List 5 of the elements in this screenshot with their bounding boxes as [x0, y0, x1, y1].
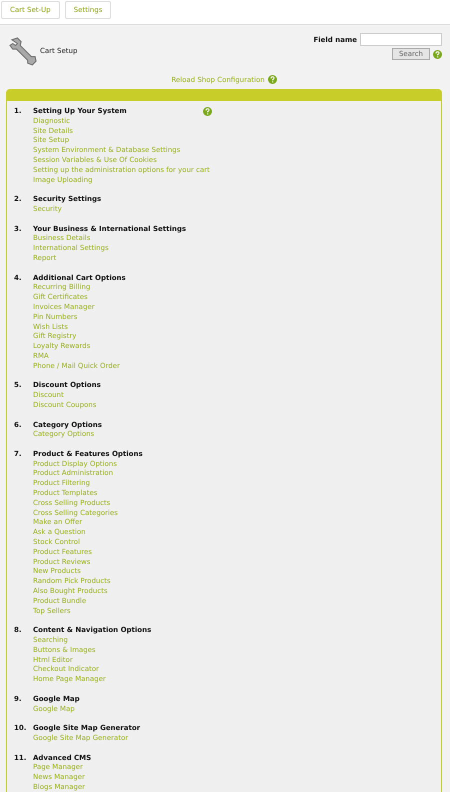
wrench-icon	[9, 36, 37, 66]
field-name-input[interactable]	[360, 33, 442, 46]
help-icon[interactable]	[203, 107, 212, 116]
help-icon[interactable]	[433, 50, 442, 58]
help-icon[interactable]	[268, 75, 277, 84]
